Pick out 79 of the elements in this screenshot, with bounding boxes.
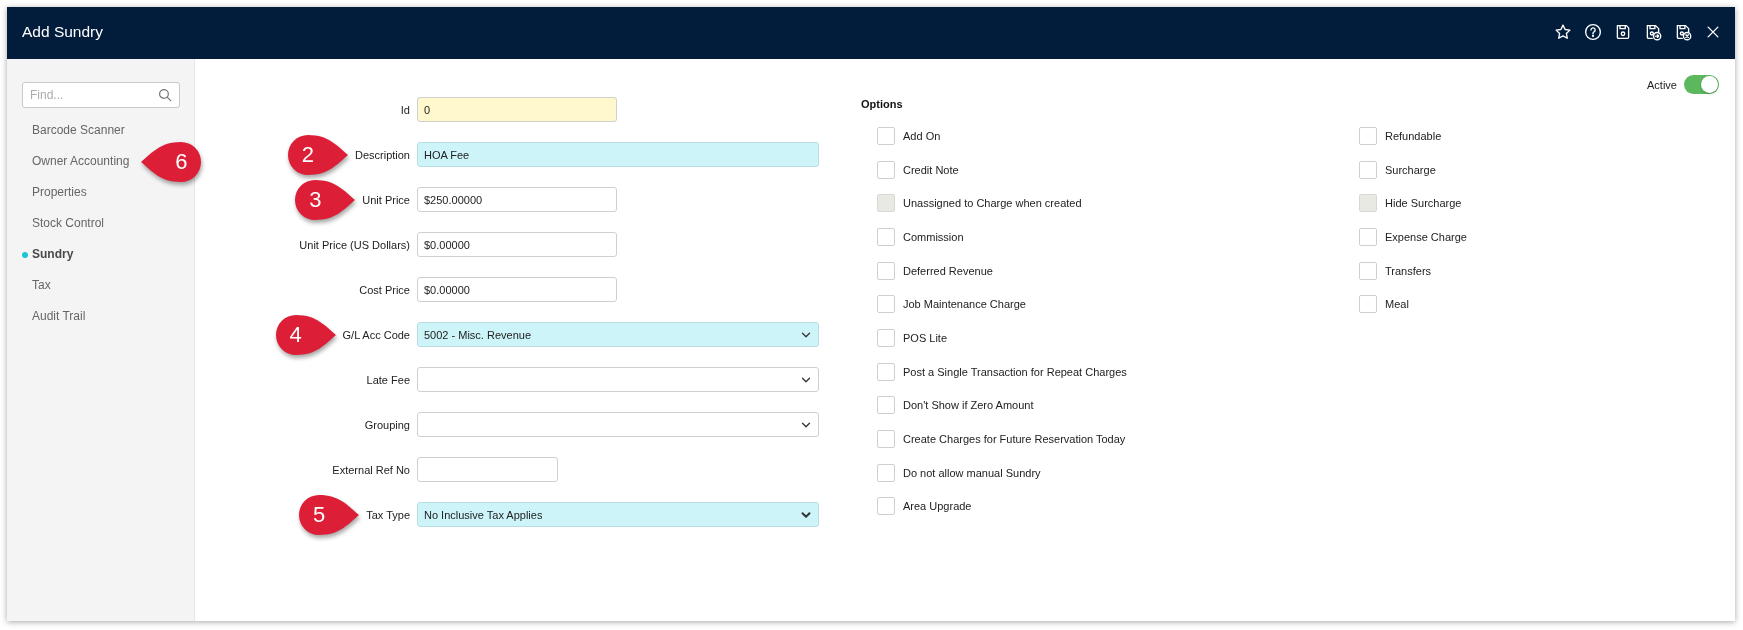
field-label: Description	[354, 148, 410, 161]
dropdown-field[interactable]: 5002 - Misc. Revenue	[417, 322, 819, 347]
field-label: Cost Price	[359, 283, 410, 296]
search-field[interactable]: Find...	[22, 82, 180, 108]
dropdown-field[interactable]: No Inclusive Tax Applies	[417, 502, 819, 527]
checkbox-label: Credit Note	[903, 163, 959, 176]
checkbox[interactable]	[1359, 126, 1377, 145]
floppy-x-icon[interactable]	[1674, 23, 1692, 41]
field-label: Grouping	[364, 418, 410, 431]
save-icon[interactable]	[1614, 23, 1632, 41]
field-label: G/L Acc Code	[342, 328, 410, 341]
checkbox[interactable]	[1359, 160, 1377, 179]
checkbox-label: Meal	[1385, 298, 1409, 311]
chevron-down-icon[interactable]	[801, 509, 811, 520]
checkbox[interactable]	[877, 396, 895, 415]
field-label: Tax Type	[366, 508, 410, 521]
numbered-callout: 4	[274, 313, 337, 356]
checkbox-label: Create Charges for Future Reservation Today	[903, 433, 1126, 446]
search-icon[interactable]	[158, 88, 172, 102]
checkbox-label: Surcharge	[1385, 163, 1436, 176]
numbered-callout: 3	[294, 178, 357, 221]
checkbox-label: Transfers	[1385, 264, 1432, 277]
field-label: Late Fee	[366, 373, 410, 386]
checkbox[interactable]	[877, 497, 895, 516]
checkbox[interactable]	[877, 362, 895, 381]
checkbox-label: Commission	[903, 230, 964, 243]
nav-item[interactable]: Barcode Scanner	[22, 115, 125, 146]
checkbox-label: Unassigned to Charge when created	[903, 197, 1082, 210]
numbered-callout: 5	[298, 493, 361, 536]
dropdown-field[interactable]	[417, 367, 819, 392]
checkbox-label: Do not allow manual Sundry	[903, 466, 1041, 479]
checkbox[interactable]	[877, 295, 895, 314]
text-field[interactable]: HOA Fee	[417, 142, 819, 167]
checkbox[interactable]	[877, 463, 895, 482]
numbered-callout: 2	[286, 133, 349, 176]
help-icon[interactable]	[1584, 23, 1602, 41]
window-title: Add Sundry	[22, 23, 103, 41]
checkbox[interactable]	[877, 328, 895, 347]
checkbox-label: Hide Surcharge	[1385, 197, 1462, 210]
nav-item[interactable]: Sundry	[22, 239, 74, 270]
nav-item[interactable]: Audit Trail	[22, 301, 86, 332]
checkbox[interactable]	[877, 261, 895, 280]
checkbox[interactable]	[1359, 227, 1377, 246]
field-label: Unit Price	[362, 193, 410, 206]
checkbox-label: Add On	[903, 129, 941, 142]
toggle-label: Active	[1647, 78, 1677, 91]
dropdown-field[interactable]	[417, 412, 819, 437]
checkbox[interactable]	[1359, 261, 1377, 280]
field-label: External Ref No	[332, 463, 410, 476]
nav-item[interactable]: Owner Accounting	[22, 146, 130, 177]
checkbox[interactable]	[877, 430, 895, 449]
checkbox-label: Deferred Revenue	[903, 264, 993, 277]
nav-item[interactable]: Properties	[22, 177, 87, 208]
checkbox-label: Expense Charge	[1385, 230, 1467, 243]
text-field[interactable]	[417, 457, 558, 482]
star-icon[interactable]	[1554, 23, 1572, 41]
checkbox-label: POS Lite	[903, 331, 948, 344]
checkbox-label: Job Maintenance Charge	[903, 298, 1026, 311]
checkbox-label: Area Upgrade	[903, 500, 972, 513]
text-field[interactable]: $0.00000	[417, 232, 617, 257]
toggle-switch[interactable]	[1684, 75, 1719, 94]
text-field[interactable]: $0.00000	[417, 277, 617, 302]
checkbox[interactable]	[877, 227, 895, 246]
checkbox-label: Post a Single Transaction for Repeat Charges	[903, 365, 1127, 378]
nav-item[interactable]: Tax	[22, 270, 51, 301]
dot-icon	[22, 252, 28, 258]
numbered-callout: 6	[140, 140, 203, 183]
floppy-arrow-icon[interactable]	[1644, 23, 1662, 41]
checkbox[interactable]	[877, 126, 895, 145]
checkbox-label: Don't Show if Zero Amount	[903, 399, 1034, 412]
section-title: Options	[861, 97, 904, 111]
text-field[interactable]: $250.00000	[417, 187, 617, 212]
text-field[interactable]: 0	[417, 97, 617, 122]
field-label: Id	[400, 103, 410, 116]
checkbox[interactable]	[877, 160, 895, 179]
nav-item[interactable]: Stock Control	[22, 208, 105, 239]
field-label: Unit Price (US Dollars)	[299, 238, 410, 251]
checkbox-label: Refundable	[1385, 129, 1442, 142]
checkbox[interactable]	[1359, 295, 1377, 314]
